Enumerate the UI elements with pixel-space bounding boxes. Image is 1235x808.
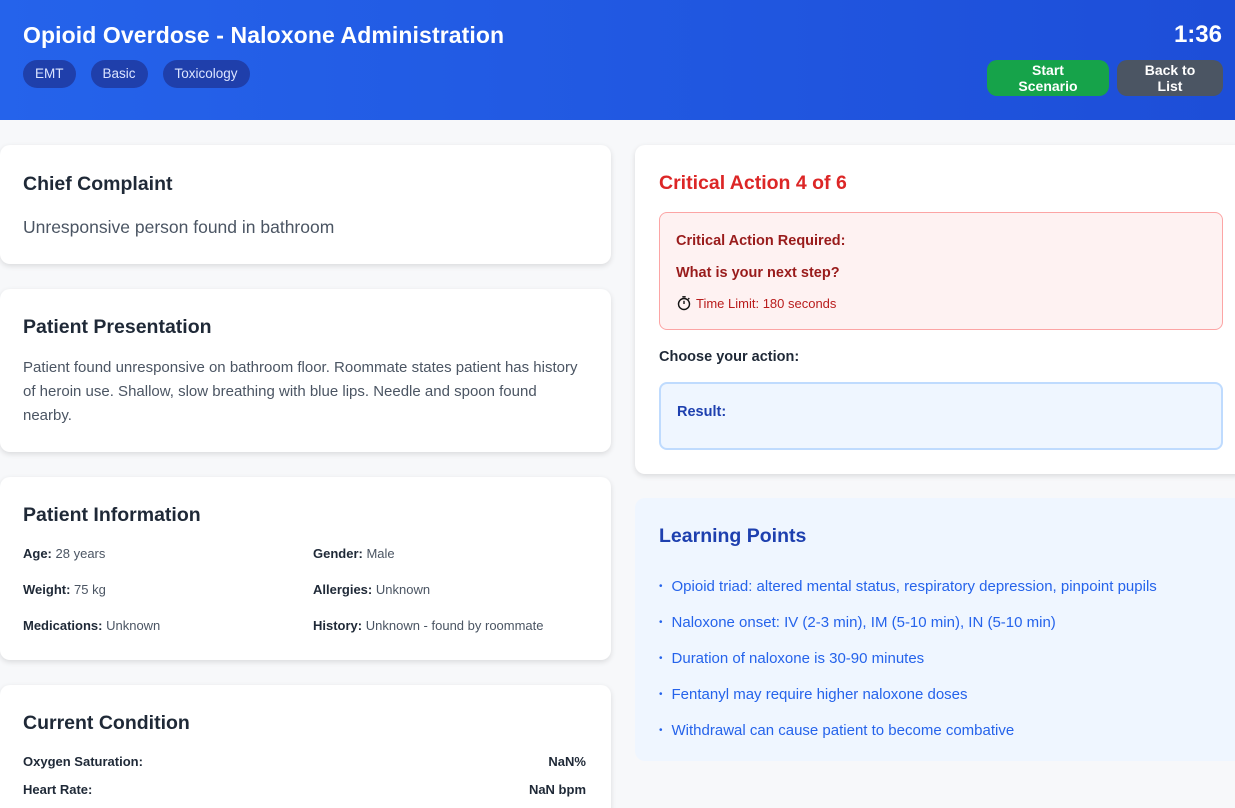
- oxygen-saturation-value: NaN%: [548, 754, 586, 769]
- medications-value: Unknown: [106, 618, 161, 633]
- gender-field: Gender: Male: [313, 546, 395, 561]
- heart-rate-value: NaN bpm: [528, 782, 586, 797]
- list-item: • Withdrawal can cause patient to become …: [659, 712, 1157, 748]
- bullet-icon: •: [659, 616, 663, 628]
- stopwatch-icon: [677, 296, 691, 311]
- learning-points-card: Learning Points • Opioid triad: altered m…: [635, 498, 1235, 761]
- history-field: History: Unknown - found by roommate: [313, 618, 544, 633]
- critical-action-heading: Critical Action 4 of 6: [659, 172, 847, 194]
- bullet-icon: •: [659, 724, 663, 736]
- result-label: Result:: [677, 404, 727, 420]
- tag-emt: EMT: [23, 60, 76, 88]
- time-limit-text: Time Limit: 180 seconds: [696, 295, 837, 311]
- history-label: History:: [313, 618, 363, 633]
- medications-field: Medications: Unknown: [23, 618, 160, 633]
- start-scenario-button[interactable]: Start Scenario: [987, 60, 1109, 96]
- bullet-icon: •: [659, 652, 663, 664]
- critical-action-card: Critical Action 4 of 6 Critical Action R…: [635, 145, 1235, 474]
- tag-list: EMT Basic Toxicology: [23, 60, 250, 88]
- learning-point-text: Withdrawal can cause patient to become c…: [671, 721, 1015, 739]
- allergies-value: Unknown: [375, 582, 431, 597]
- patient-presentation-text: Patient found unresponsive on bathroom f…: [23, 359, 578, 424]
- history-value: Unknown - found by roommate: [365, 618, 544, 633]
- allergies-label: Allergies:: [313, 582, 373, 597]
- critical-action-alert: Critical Action Required: What is your n…: [659, 212, 1223, 330]
- list-item: • Opioid triad: altered mental status, re…: [659, 568, 1157, 604]
- heart-rate-label: Heart Rate:: [23, 782, 93, 797]
- bullet-icon: •: [659, 688, 663, 700]
- age-label: Age:: [23, 546, 52, 561]
- gender-value: Male: [366, 546, 395, 561]
- oxygen-saturation-label: Oxygen Saturation:: [23, 754, 143, 769]
- list-item: • Fentanyl may require higher naloxone do…: [659, 676, 1157, 712]
- scenario-header: Opioid Overdose - Naloxone Administratio…: [0, 0, 1235, 120]
- gender-label: Gender:: [313, 546, 363, 561]
- time-limit: Time Limit: 180 seconds: [676, 295, 836, 311]
- learning-point-text: Duration of naloxone is 30-90 minutes: [671, 649, 925, 667]
- choose-action-label: Choose your action:: [659, 349, 800, 365]
- weight-label: Weight:: [23, 582, 71, 597]
- chief-complaint-text: Unresponsive person found in bathroom: [23, 217, 335, 237]
- scenario-timer: 1:36: [1173, 21, 1222, 48]
- critical-action-required-label: Critical Action Required:: [676, 233, 846, 249]
- patient-presentation-heading: Patient Presentation: [23, 316, 212, 338]
- scenario-title: Opioid Overdose - Naloxone Administratio…: [23, 22, 505, 48]
- learning-point-text: Opioid triad: altered mental status, res…: [671, 577, 1157, 595]
- result-box: Result:: [659, 382, 1223, 450]
- back-to-list-button[interactable]: Back to List: [1117, 60, 1223, 96]
- bullet-icon: •: [659, 580, 663, 592]
- next-step-question: What is your next step?: [676, 265, 840, 281]
- allergies-field: Allergies: Unknown: [313, 582, 430, 597]
- age-value: 28 years: [55, 546, 106, 561]
- learning-points-heading: Learning Points: [659, 525, 807, 547]
- weight-value: 75 kg: [74, 582, 106, 597]
- learning-points-list: • Opioid triad: altered mental status, re…: [659, 568, 1157, 748]
- patient-presentation-card: Patient Presentation Patient found unres…: [0, 289, 611, 452]
- learning-point-text: Naloxone onset: IV (2-3 min), IM (5-10 m…: [671, 613, 1056, 631]
- tag-basic: Basic: [90, 60, 148, 88]
- list-item: • Naloxone onset: IV (2-3 min), IM (5-10 …: [659, 604, 1157, 640]
- learning-point-text: Fentanyl may require higher naloxone dos…: [671, 685, 968, 703]
- age-field: Age: 28 years: [23, 546, 105, 561]
- medications-label: Medications:: [23, 618, 103, 633]
- chief-complaint-heading: Chief Complaint: [23, 173, 173, 195]
- patient-information-card: Patient Information Age: 28 years Gender…: [0, 477, 611, 660]
- current-condition-card: Current Condition Oxygen Saturation: NaN…: [0, 685, 611, 808]
- chief-complaint-card: Chief Complaint Unresponsive person foun…: [0, 145, 611, 264]
- patient-information-heading: Patient Information: [23, 504, 201, 526]
- current-condition-heading: Current Condition: [23, 712, 190, 734]
- tag-toxicology: Toxicology: [162, 60, 250, 88]
- weight-field: Weight: 75 kg: [23, 582, 106, 597]
- list-item: • Duration of naloxone is 30-90 minutes: [659, 640, 1157, 676]
